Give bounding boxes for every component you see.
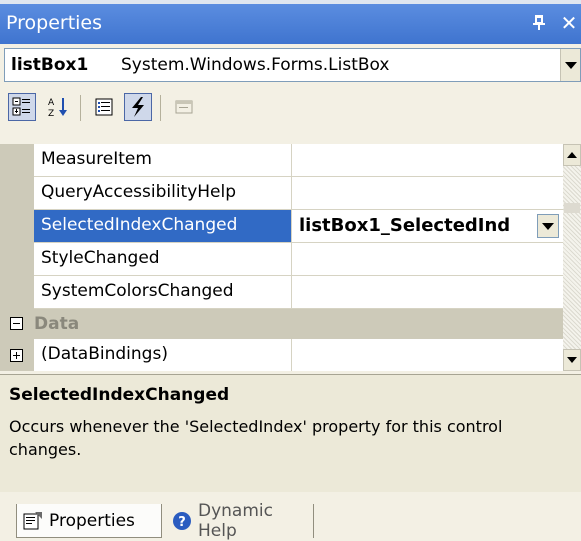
property-name: StyleChanged bbox=[34, 243, 292, 275]
expand-icon[interactable] bbox=[10, 349, 23, 362]
property-value[interactable] bbox=[293, 339, 563, 371]
close-icon: ✕ bbox=[560, 11, 578, 35]
property-name: (DataBindings) bbox=[34, 339, 292, 371]
category-label: Data bbox=[34, 314, 80, 334]
help-circle-icon: ? bbox=[172, 511, 192, 531]
pin-button[interactable] bbox=[528, 11, 550, 35]
property-value[interactable] bbox=[293, 144, 563, 176]
categorized-button[interactable] bbox=[8, 93, 36, 121]
tab-properties[interactable]: Properties bbox=[16, 504, 162, 538]
grid-row-selected[interactable]: SelectedIndexChanged listBox1_SelectedIn… bbox=[34, 210, 563, 243]
chevron-down-icon bbox=[542, 223, 554, 230]
tab-label: Properties bbox=[49, 510, 135, 531]
scroll-up-button[interactable] bbox=[563, 144, 581, 166]
close-button[interactable]: ✕ bbox=[558, 11, 580, 35]
svg-text:?: ? bbox=[178, 515, 186, 530]
property-value[interactable]: listBox1_SelectedInd bbox=[293, 210, 563, 242]
grid-row[interactable]: StyleChanged bbox=[34, 243, 563, 276]
event-handler-value: listBox1_SelectedInd bbox=[299, 215, 511, 236]
property-name: QueryAccessibilityHelp bbox=[34, 177, 292, 209]
property-pages-icon bbox=[175, 100, 193, 114]
description-title: SelectedIndexChanged bbox=[9, 385, 230, 405]
toolbar-separator bbox=[80, 95, 81, 121]
object-type: System.Windows.Forms.ListBox bbox=[121, 55, 390, 75]
object-dropdown-button[interactable] bbox=[560, 49, 580, 81]
object-name: listBox1 bbox=[11, 55, 89, 75]
arrow-down-icon bbox=[567, 357, 577, 363]
tab-label: Dynamic Help bbox=[198, 501, 273, 541]
arrow-up-icon bbox=[567, 152, 577, 158]
scroll-down-button[interactable] bbox=[563, 349, 581, 371]
properties-toolbar: A Z bbox=[0, 86, 581, 132]
alphabetical-icon: A Z bbox=[48, 98, 67, 118]
property-value[interactable] bbox=[293, 276, 563, 308]
svg-text:A: A bbox=[48, 98, 55, 108]
svg-text:Z: Z bbox=[48, 109, 54, 118]
grid-row[interactable]: (DataBindings) bbox=[34, 339, 563, 371]
property-value[interactable] bbox=[293, 177, 563, 209]
property-value[interactable] bbox=[293, 243, 563, 275]
properties-view-button[interactable] bbox=[90, 93, 118, 121]
events-button[interactable] bbox=[124, 93, 152, 121]
panel-title: Properties bbox=[6, 12, 103, 34]
object-selector[interactable]: listBox1 System.Windows.Forms.ListBox bbox=[4, 48, 581, 82]
description-text: Occurs whenever the 'SelectedIndex' prop… bbox=[9, 417, 503, 459]
property-name: SystemColorsChanged bbox=[34, 276, 292, 308]
property-pages-button[interactable] bbox=[170, 93, 198, 121]
grid-row[interactable]: QueryAccessibilityHelp bbox=[34, 177, 563, 210]
events-lightning-icon bbox=[132, 97, 144, 117]
toolbar-separator bbox=[160, 95, 161, 121]
properties-icon bbox=[95, 98, 113, 116]
alphabetical-button[interactable]: A Z bbox=[44, 93, 72, 121]
grid-row[interactable]: MeasureItem bbox=[34, 144, 563, 177]
properties-page-icon bbox=[23, 511, 43, 531]
categorized-icon bbox=[12, 97, 30, 116]
bottom-tab-strip: Properties ? Dynamic Help bbox=[0, 500, 581, 541]
property-name: MeasureItem bbox=[34, 144, 292, 176]
grid-row[interactable]: SystemColorsChanged bbox=[34, 276, 563, 309]
description-pane: SelectedIndexChanged Occurs whenever the… bbox=[0, 374, 581, 492]
property-grid: MeasureItem QueryAccessibilityHelp Selec… bbox=[0, 144, 563, 371]
value-dropdown-button[interactable] bbox=[537, 214, 559, 238]
chevron-down-icon bbox=[564, 62, 577, 69]
collapse-icon[interactable] bbox=[10, 317, 23, 330]
pin-icon bbox=[533, 15, 545, 30]
category-row-data[interactable]: Data bbox=[0, 309, 563, 339]
title-bar: Properties ✕ bbox=[0, 0, 581, 44]
vertical-scrollbar[interactable] bbox=[563, 144, 581, 371]
scroll-thumb[interactable] bbox=[564, 203, 580, 213]
tab-dynamic-help[interactable]: ? Dynamic Help bbox=[166, 501, 314, 541]
property-name: SelectedIndexChanged bbox=[34, 210, 292, 242]
